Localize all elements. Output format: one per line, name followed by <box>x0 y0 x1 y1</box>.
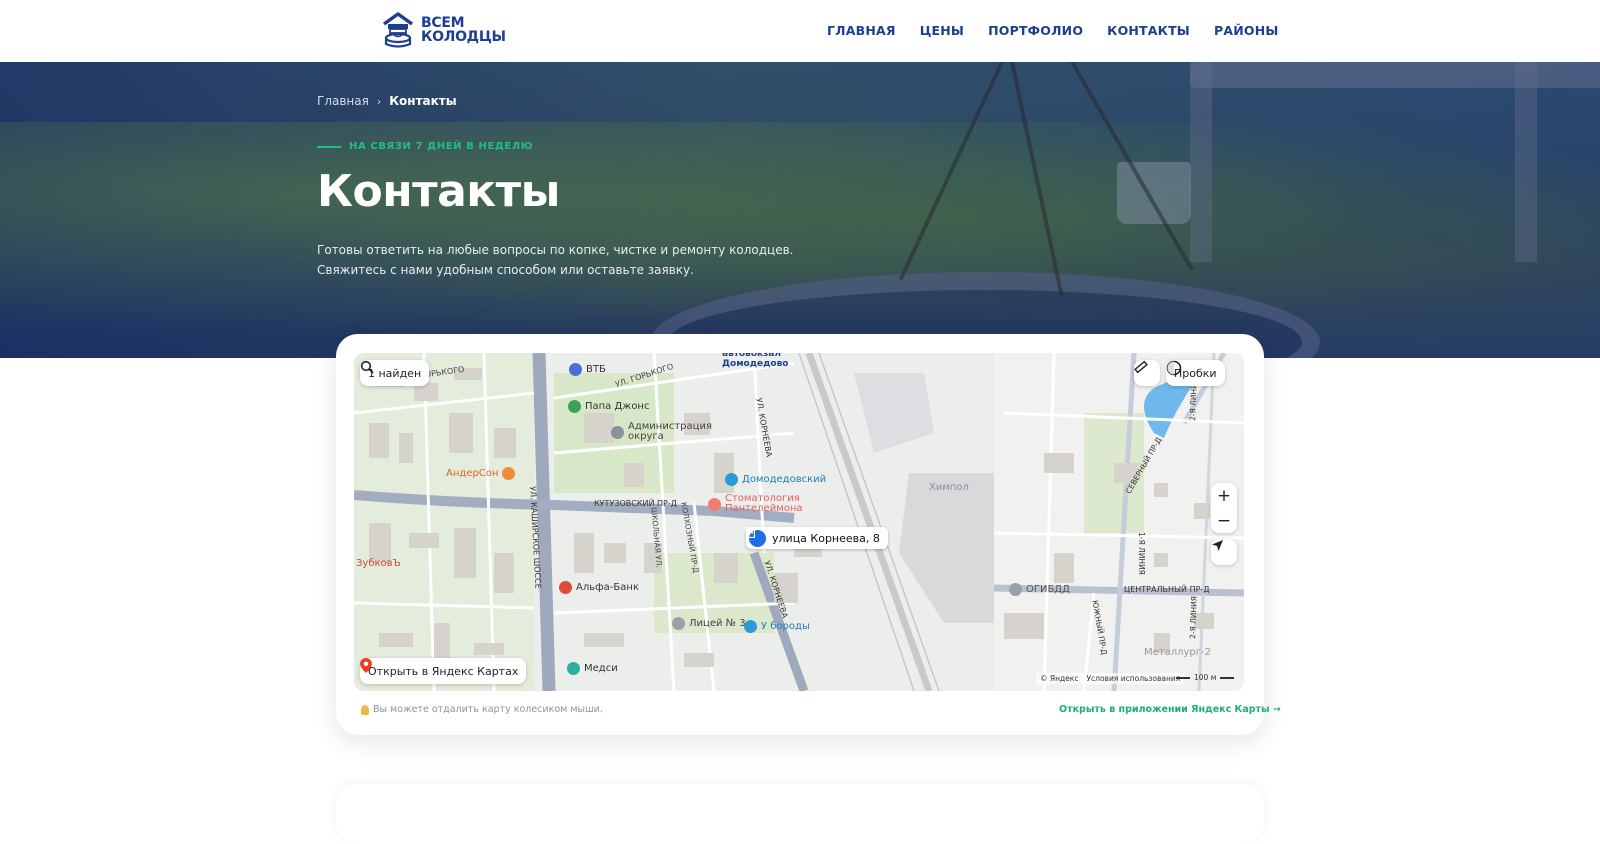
bank-icon <box>559 581 572 594</box>
page-title: Контакты <box>317 166 560 217</box>
poi-andersen[interactable]: АндерСон <box>446 467 516 480</box>
hero-description: Готовы ответить на любые вопросы по копк… <box>317 243 794 277</box>
bank-icon <box>569 363 582 376</box>
poi-licey-label: Лицей № 3 <box>689 618 746 629</box>
police-icon <box>1009 583 1022 596</box>
map-label-zubkov: ЗубковЪ <box>356 558 401 569</box>
well-logo-icon <box>382 12 414 48</box>
next-section-card <box>336 784 1264 844</box>
map-terms-link[interactable]: Условия использования <box>1086 674 1180 683</box>
medical-icon <box>708 497 721 511</box>
map-scale: 100 м <box>1176 673 1235 682</box>
breadcrumb-home[interactable]: Главная <box>317 94 369 108</box>
hero-bucket <box>1117 162 1191 224</box>
poi-administration[interactable]: Администрация округа <box>611 422 712 442</box>
eyebrow-line <box>317 145 341 148</box>
map-pin-icon <box>360 658 372 673</box>
hero-well-beam <box>1190 62 1600 88</box>
government-icon <box>611 425 624 439</box>
clinic-icon <box>567 662 580 675</box>
yandex-map[interactable]: автовокзал Домодедово УЛ. ГОРЬКОГО УЛ. Г… <box>354 353 1244 691</box>
logo-link[interactable]: ВСЕМ КОЛОДЦЫ <box>381 11 506 49</box>
map-label-central: ЦЕНТРАЛЬНЫЙ ПР-Д <box>1124 585 1210 594</box>
map-label-kutuzovsky: КУТУЗОВСКИЙ ПР-Д <box>594 499 677 508</box>
ruler-icon <box>1134 360 1148 374</box>
poi-medsi-label: Медси <box>584 663 618 674</box>
scale-bar <box>1220 676 1235 679</box>
address-label: улица Корнеева, 8 <box>772 531 880 545</box>
map-label-metallurg: Металлург-2 <box>1144 647 1212 658</box>
poi-alfa-label: Альфа-Банк <box>576 582 639 593</box>
open-yandex-maps-button[interactable]: Открыть в Яндекс Картах <box>360 658 527 684</box>
poi-gibdd-label: ОГИБДД <box>1026 584 1070 595</box>
map-label-liniya2: 2-Я ЛИНИЯ <box>1188 595 1199 640</box>
map-scale-label: 100 м <box>1194 673 1217 682</box>
nav-home[interactable]: ГЛАВНАЯ <box>827 23 896 38</box>
map-label-himpol: Химпол <box>929 482 969 493</box>
barber-icon <box>744 620 757 633</box>
breadcrumb: Главная › Контакты <box>317 94 457 108</box>
map-hint-text: Вы можете отдалить карту колесиком мыши. <box>373 704 603 715</box>
nav-prices[interactable]: ЦЕНЫ <box>920 23 964 38</box>
zoom-control: + − <box>1211 483 1237 533</box>
search-results-button[interactable]: 1 найден <box>360 360 430 386</box>
poi-uborody-label: У бороды <box>761 621 810 632</box>
site-header: ВСЕМ КОЛОДЦЫ ГЛАВНАЯ ЦЕНЫ ПОРТФОЛИО КОНТ… <box>0 0 1600 62</box>
main-nav: ГЛАВНАЯ ЦЕНЫ ПОРТФОЛИО КОНТАКТЫ РАЙОНЫ <box>827 23 1279 38</box>
poi-admin-label: Администрация округа <box>628 421 712 442</box>
map-attribution: © Яндекс Условия использования <box>1036 673 1185 684</box>
poi-vtb[interactable]: ВТБ <box>569 363 606 376</box>
nav-districts[interactable]: РАЙОНЫ <box>1214 23 1279 38</box>
lightbulb-icon <box>361 704 369 715</box>
logo-line-1: ВСЕМ <box>421 15 465 31</box>
map-copyright[interactable]: © Яндекс <box>1040 674 1078 683</box>
poi-stoma-label: Стоматология Пантелеймона <box>725 493 803 514</box>
poi-u-borody[interactable]: У бороды <box>744 620 810 633</box>
building-icon <box>746 527 766 547</box>
zoom-in-button[interactable]: + <box>1211 483 1237 508</box>
logo-text: ВСЕМ КОЛОДЦЫ <box>421 16 506 44</box>
zoom-out-button[interactable]: − <box>1211 508 1237 533</box>
search-results-label: 1 найден <box>368 366 422 380</box>
eyebrow-text: НА СВЯЗИ 7 ДНЕЙ В НЕДЕЛЮ <box>349 141 534 152</box>
hero-well-post <box>1190 62 1212 262</box>
map-label-avtovokzal: автовокзал Домодедово <box>722 353 789 369</box>
map-label-liniya1: 1-Я ЛИНИЯ <box>1136 532 1146 575</box>
nav-contacts[interactable]: КОНТАКТЫ <box>1107 23 1190 38</box>
food-icon <box>568 400 581 413</box>
map-hint: Вы можете отдалить карту колесиком мыши. <box>361 704 603 715</box>
breadcrumb-current: Контакты <box>389 94 457 108</box>
scale-bar <box>1176 676 1190 679</box>
ruler-button[interactable] <box>1134 360 1160 386</box>
poi-domodedovsky-label: Домодедовский <box>742 474 827 485</box>
geolocation-button[interactable] <box>1211 539 1237 565</box>
poi-medsi[interactable]: Медси <box>567 662 618 675</box>
breadcrumb-separator: › <box>376 94 382 108</box>
poi-stomatology[interactable]: Стоматология Пантелеймона <box>708 494 803 514</box>
map-canvas <box>354 353 1244 691</box>
poi-licey[interactable]: Лицей № 3 <box>672 617 746 630</box>
poi-domodedovsky[interactable]: Домодедовский <box>725 473 826 486</box>
search-icon <box>360 360 374 374</box>
poi-papa-label: Папа Джонс <box>585 401 650 412</box>
school-icon <box>672 617 685 630</box>
cafe-icon <box>502 467 516 480</box>
poi-papa-johns[interactable]: Папа Джонс <box>568 400 649 413</box>
logo-line-2: КОЛОДЦЫ <box>421 29 506 45</box>
hero-banner: Главная › Контакты НА СВЯЗИ 7 ДНЕЙ В НЕД… <box>0 62 1600 358</box>
hero-eyebrow: НА СВЯЗИ 7 ДНЕЙ В НЕДЕЛЮ <box>317 141 533 152</box>
open-app-link[interactable]: Открыть в приложении Яндекс Карты → <box>1059 704 1281 715</box>
poi-andersen-label: АндерСон <box>446 468 499 479</box>
nav-portfolio[interactable]: ПОРТФОЛИО <box>988 23 1083 38</box>
address-marker[interactable]: улица Корнеева, 8 <box>746 527 888 549</box>
shop-icon <box>725 473 738 486</box>
hero-well-post <box>1515 62 1537 262</box>
poi-vtb-label: ВТБ <box>586 364 606 375</box>
location-arrow-icon <box>1212 540 1223 551</box>
poi-gibdd[interactable]: ОГИБДД <box>1009 583 1070 596</box>
open-yandex-maps-label: Открыть в Яндекс Картах <box>368 664 519 678</box>
poi-alfa-bank[interactable]: Альфа-Банк <box>559 581 639 594</box>
traffic-button[interactable]: Пробки <box>1166 360 1225 386</box>
traffic-icon <box>1166 360 1182 376</box>
